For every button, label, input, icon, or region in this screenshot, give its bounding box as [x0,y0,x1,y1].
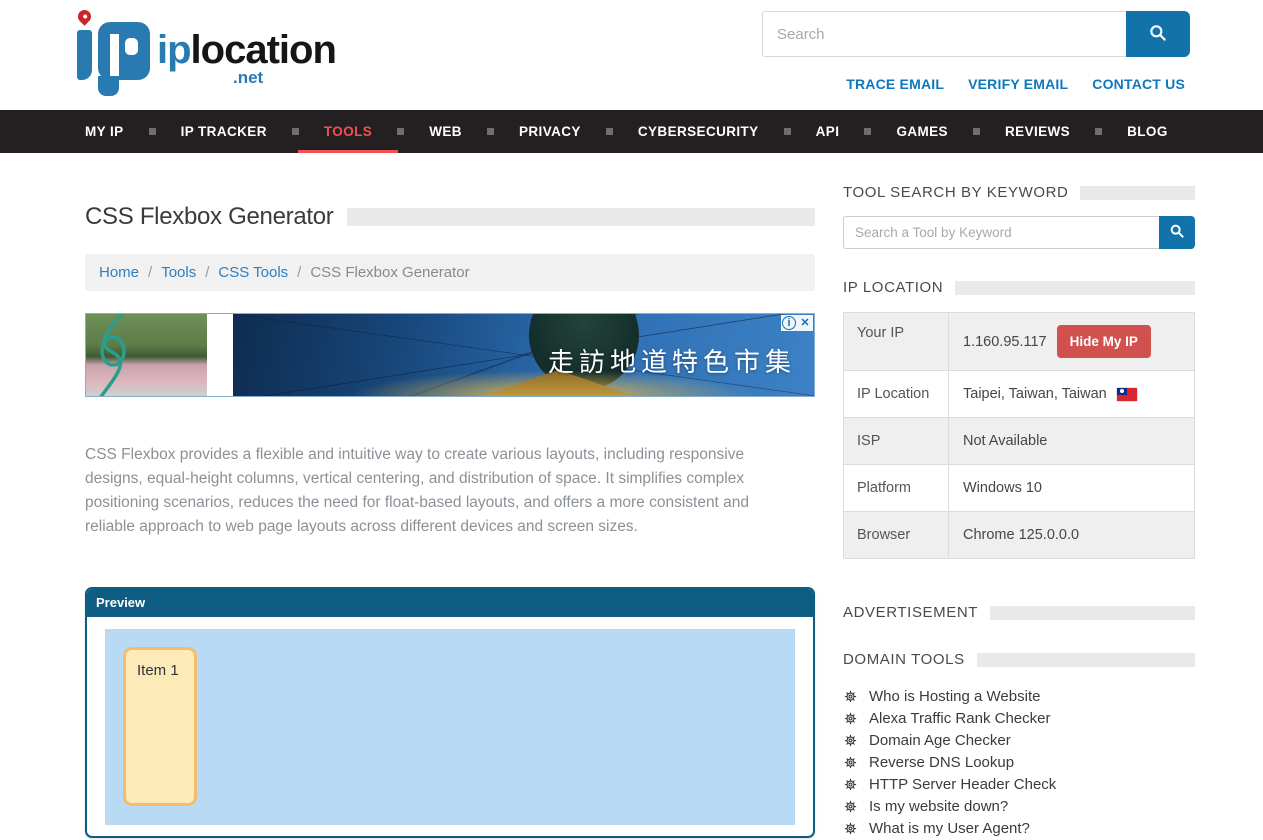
preview-panel-header: Preview [87,589,813,617]
breadcrumb: Home / Tools / CSS Tools / CSS Flexbox G… [85,254,815,291]
gear-icon [843,755,858,770]
nav-item-web[interactable]: WEB [429,110,462,153]
site-search-input[interactable] [762,11,1126,57]
ip-location-table: Your IP 1.160.95.117 Hide My IP IP Locat… [843,312,1195,559]
tool-search [843,216,1195,249]
sidebar: TOOL SEARCH BY KEYWORD IP LOCATION Your … [843,153,1195,839]
ad-info-icon[interactable]: i [782,316,796,330]
gear-icon [843,733,858,748]
browser-value: Chrome 125.0.0.0 [963,527,1079,543]
nav-separator [149,128,156,135]
gear-icon [843,711,858,726]
nav-separator [784,128,791,135]
ip-location-heading: IP LOCATION [843,279,1195,296]
heading-bar [990,606,1195,620]
search-icon [1148,23,1168,46]
list-item[interactable]: Is my website down? [843,795,1195,817]
ad-banner[interactable]: 走訪地道特色市集 i ✕ [85,313,815,397]
breadcrumb-separator: / [148,264,152,281]
tool-search-heading: TOOL SEARCH BY KEYWORD [843,184,1195,201]
domain-tools-list: Who is Hosting a Website Alexa Traffic R… [843,685,1195,839]
nav-item-ip-tracker[interactable]: IP TRACKER [181,110,267,153]
ad-image-building: 走訪地道特色市集 [233,314,814,396]
preview-panel: Preview Item 1 [85,587,815,838]
breadcrumb-separator: / [297,264,301,281]
gear-icon [843,821,858,836]
list-item[interactable]: Domain Age Checker [843,729,1195,751]
search-icon [1169,223,1185,242]
nav-separator [973,128,980,135]
domain-tools-heading: DOMAIN TOOLS [843,651,1195,668]
table-row: IP Location Taipei, Taiwan, Taiwan [844,371,1194,418]
list-item[interactable]: Alexa Traffic Rank Checker [843,707,1195,729]
list-item[interactable]: Reverse DNS Lookup [843,751,1195,773]
table-row: Platform Windows 10 [844,465,1194,512]
breadcrumb-css-tools[interactable]: CSS Tools [218,264,288,281]
verify-email-link[interactable]: VERIFY EMAIL [968,76,1068,92]
site-header: iplocation .net TRACE EMAIL VERIFY EMAIL… [0,0,1263,110]
nav-item-blog[interactable]: BLOG [1127,110,1168,153]
list-item[interactable]: Who is Hosting a Website [843,685,1195,707]
nav-item-games[interactable]: GAMES [896,110,948,153]
site-logo[interactable]: iplocation .net [75,10,315,90]
ip-location-value: Taipei, Taiwan, Taiwan [963,386,1107,402]
nav-item-reviews[interactable]: REVIEWS [1005,110,1070,153]
isp-value: Not Available [963,433,1047,449]
nav-item-api[interactable]: API [816,110,840,153]
contact-us-link[interactable]: CONTACT US [1092,76,1185,92]
header-links: TRACE EMAIL VERIFY EMAIL CONTACT US [846,76,1185,92]
logo-net-suffix: .net [233,68,263,88]
table-row: Browser Chrome 125.0.0.0 [844,512,1194,558]
taiwan-flag-icon [1117,388,1137,401]
site-search-button[interactable] [1126,11,1190,57]
breadcrumb-separator: / [205,264,209,281]
tool-description: CSS Flexbox provides a flexible and intu… [85,443,793,539]
nav-separator [397,128,404,135]
nav-item-cybersecurity[interactable]: CYBERSECURITY [638,110,759,153]
flexbox-preview-container: Item 1 [105,629,795,825]
nav-separator [864,128,871,135]
heading-bar [347,208,815,226]
platform-value: Windows 10 [963,480,1042,496]
ad-close-icon[interactable]: ✕ [797,315,813,331]
flexbox-preview-item[interactable]: Item 1 [123,647,197,806]
list-item[interactable]: What is my User Agent? [843,817,1195,839]
your-ip-value: 1.160.95.117 [963,334,1047,350]
nav-item-privacy[interactable]: PRIVACY [519,110,581,153]
main-nav: MY IP IP TRACKER TOOLS WEB PRIVACY CYBER… [0,110,1263,153]
gear-icon [843,777,858,792]
ad-headline-text: 走訪地道特色市集 [548,342,796,379]
nav-separator [292,128,299,135]
page-title: CSS Flexbox Generator [85,203,333,231]
content-area: CSS Flexbox Generator Home / Tools / CSS… [0,153,1263,839]
logo-text: iplocation [157,28,336,73]
heading-bar [955,281,1195,295]
site-search [762,11,1190,57]
nav-item-tools[interactable]: TOOLS [324,110,372,153]
list-item[interactable]: HTTP Server Header Check [843,773,1195,795]
nav-separator [606,128,613,135]
table-row: Your IP 1.160.95.117 Hide My IP [844,313,1194,371]
main-column: CSS Flexbox Generator Home / Tools / CSS… [85,153,815,839]
nav-separator [487,128,494,135]
hide-my-ip-button[interactable]: Hide My IP [1057,325,1151,358]
advertisement-heading: ADVERTISEMENT [843,604,1195,621]
tool-search-button[interactable] [1159,216,1195,249]
trace-email-link[interactable]: TRACE EMAIL [846,76,944,92]
heading-bar [1080,186,1195,200]
gear-icon [843,799,858,814]
ad-image-landscape [86,314,207,396]
breadcrumb-tools[interactable]: Tools [161,264,196,281]
heading-bar [977,653,1195,667]
logo-ip-glyph [75,10,153,90]
breadcrumb-home[interactable]: Home [99,264,139,281]
gear-icon [843,689,858,704]
nav-item-my-ip[interactable]: MY IP [85,110,124,153]
tool-search-input[interactable] [843,216,1159,249]
nav-separator [1095,128,1102,135]
breadcrumb-current: CSS Flexbox Generator [310,264,469,281]
table-row: ISP Not Available [844,418,1194,465]
map-pin-icon [75,7,93,25]
